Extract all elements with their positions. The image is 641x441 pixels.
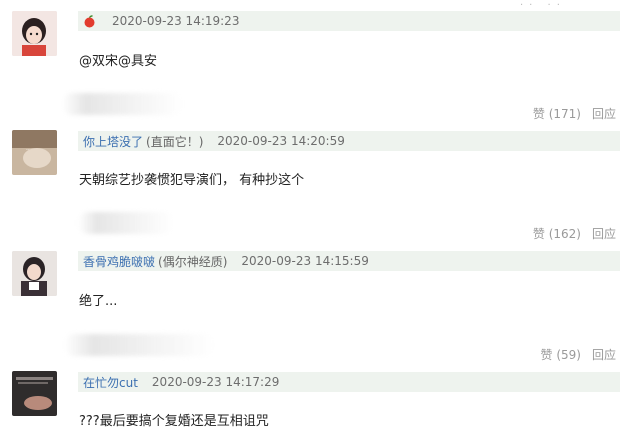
comment-actions: 赞 (59) 回应 <box>541 346 616 363</box>
user-tag: (偶尔神经质) <box>158 254 228 269</box>
blurred-region <box>62 93 182 115</box>
avatar[interactable] <box>12 251 57 296</box>
comment-time: 2020-09-23 14:15:59 <box>241 254 369 268</box>
like-button[interactable]: 赞 (162) <box>533 227 581 241</box>
reply-button[interactable]: 回应 <box>592 107 616 121</box>
apple-icon <box>83 14 96 28</box>
blurred-region <box>78 212 173 234</box>
username-link[interactable]: 香骨鸡脆啵啵 <box>83 253 155 270</box>
comment-time: 2020-09-23 14:20:59 <box>217 134 345 148</box>
avatar[interactable] <box>12 371 57 416</box>
like-button[interactable]: 赞 (59) <box>541 348 581 362</box>
comment-content: 天朝综艺抄袭惯犯导演们， 有种抄这个 <box>79 173 305 188</box>
username-link[interactable]: 你上塔没了 <box>83 133 143 150</box>
clipped-top-actions: ·· ·· <box>520 0 566 11</box>
comment-meta: 在忙勿cut 2020-09-23 14:17:29 <box>78 372 620 392</box>
comment-time: 2020-09-23 14:17:29 <box>151 375 280 389</box>
username-link[interactable]: 在忙勿cut <box>83 374 138 391</box>
comment-time: 2020-09-23 14:19:23 <box>112 14 240 28</box>
blurred-region <box>64 334 214 356</box>
comment-meta: 香骨鸡脆啵啵 (偶尔神经质) 2020-09-23 14:15:59 <box>78 251 620 271</box>
comment-actions: 赞 (162) 回应 <box>533 225 616 242</box>
comment-actions: 赞 (171) 回应 <box>533 105 616 122</box>
comment-content: ???最后要搞个复婚还是互相诅咒 <box>79 414 269 429</box>
comment-content: @双宋@具安 <box>79 54 158 69</box>
avatar[interactable] <box>12 11 57 56</box>
avatar[interactable]: ·· <box>12 130 57 175</box>
user-tag: (直面它！) <box>146 134 204 149</box>
reply-button[interactable]: 回应 <box>592 227 616 241</box>
comment-content: 绝了... <box>79 294 118 309</box>
comment-meta: 你上塔没了 (直面它！) 2020-09-23 14:20:59 <box>78 131 620 151</box>
reply-button[interactable]: 回应 <box>592 348 616 362</box>
like-button[interactable]: 赞 (171) <box>533 107 581 121</box>
svg-text:··: ·· <box>26 147 30 154</box>
comment-meta: 2020-09-23 14:19:23 <box>78 11 620 31</box>
